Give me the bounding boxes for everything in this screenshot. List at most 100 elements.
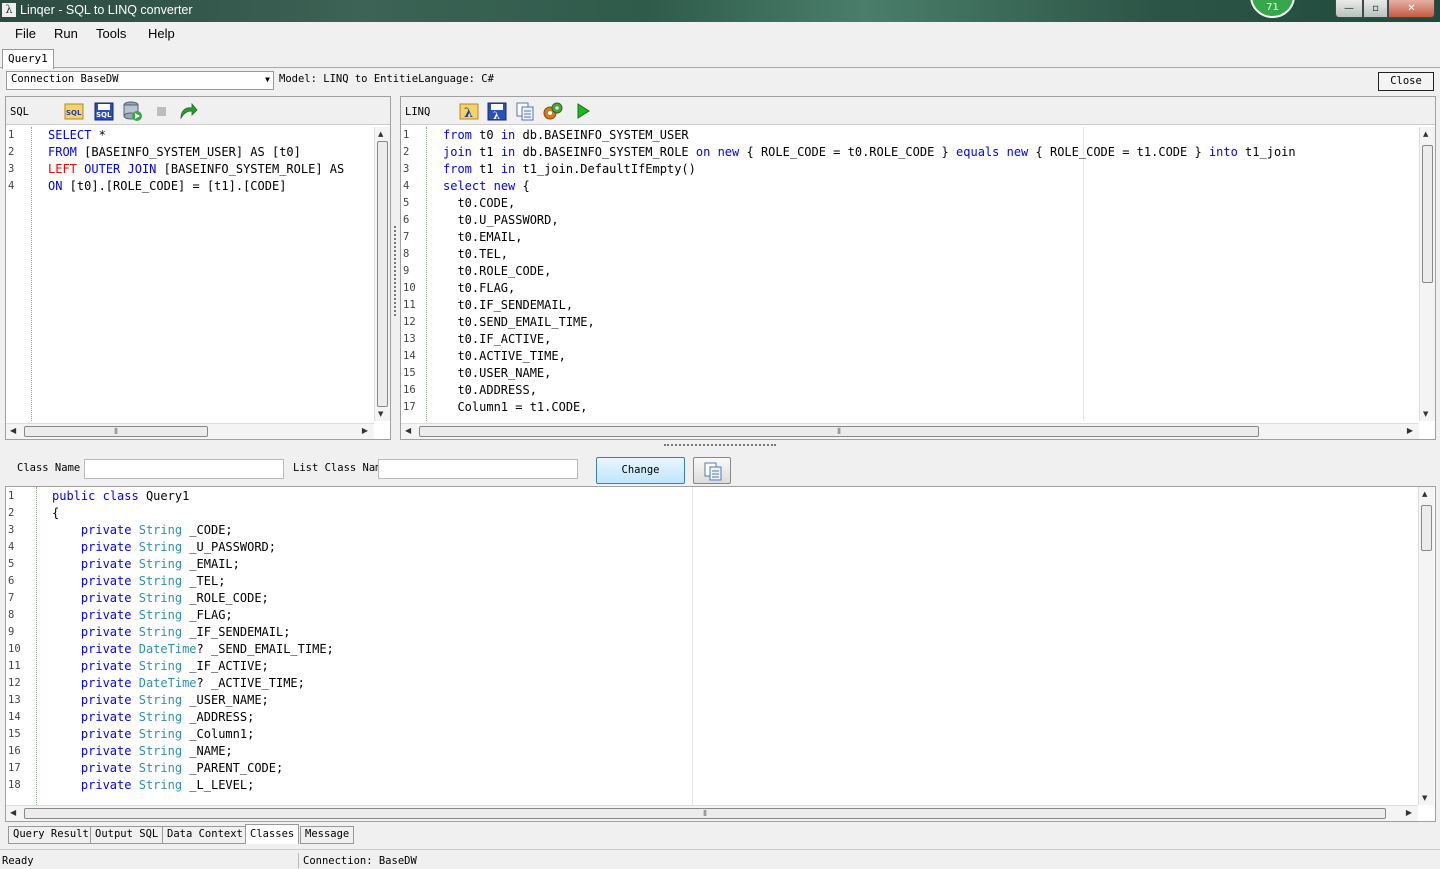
code-token: t0.IF_ACTIVE,: [443, 332, 552, 346]
code-token: _FLAG;: [182, 608, 233, 622]
code-token-kw: into: [1208, 145, 1238, 159]
settings-gear-icon[interactable]: [543, 101, 563, 121]
close-query-button[interactable]: Close: [1378, 72, 1434, 91]
code-token-kw: in: [500, 145, 516, 159]
menu-file[interactable]: File: [15, 26, 36, 41]
window-close-button[interactable]: ✕: [1388, 0, 1435, 18]
sql-open-icon[interactable]: SQL: [64, 101, 84, 121]
scroll-up-arrow-icon[interactable]: ▲: [1423, 130, 1428, 138]
tab-classes[interactable]: Classes: [245, 824, 300, 844]
code-token: ? _SEND_EMAIL_TIME;: [196, 642, 334, 656]
scroll-down-arrow-icon[interactable]: ▼: [1422, 794, 1427, 802]
code-token-typ: String: [138, 727, 183, 741]
code-line: from t1 in t1_join.DefaultIfEmpty(): [443, 161, 1296, 178]
connection-select[interactable]: Connection BaseDW ▼: [6, 71, 274, 90]
code-token: ? _ACTIVE_TIME;: [196, 676, 305, 690]
scroll-left-arrow-icon[interactable]: ◀: [10, 808, 16, 817]
line-number: 3: [8, 524, 15, 536]
scroll-down-arrow-icon[interactable]: ▼: [1423, 410, 1428, 418]
code-token: t0.USER_NAME,: [443, 366, 552, 380]
linq-horizontal-scrollbar[interactable]: ◀ ⦀ ▶: [401, 423, 1419, 439]
line-number: 11: [403, 299, 416, 311]
line-number: 11: [8, 660, 21, 672]
scroll-thumb[interactable]: [377, 141, 388, 407]
redo-arrow-icon[interactable]: [178, 101, 198, 121]
scroll-thumb[interactable]: ⦀: [24, 426, 208, 437]
code-token-kw: private: [80, 540, 132, 554]
copy-icon[interactable]: [515, 101, 535, 121]
tab-message[interactable]: Message: [300, 826, 355, 844]
maximize-button[interactable]: ▫: [1363, 0, 1388, 18]
code-token-kw: private: [80, 625, 132, 639]
code-token-kw: join: [443, 145, 472, 159]
code-line: t0.EMAIL,: [443, 229, 1296, 246]
code-token-typ: DateTime: [138, 676, 197, 690]
minimize-button[interactable]: —: [1335, 0, 1363, 18]
code-token-kw: new: [1006, 145, 1029, 159]
line-number: 8: [8, 609, 15, 621]
line-number: 13: [8, 694, 21, 706]
scroll-left-arrow-icon[interactable]: ◀: [10, 426, 16, 435]
scroll-up-arrow-icon[interactable]: ▲: [1422, 490, 1427, 498]
classes-editor[interactable]: 1 2 3 4 5 6 7 8 9 10 11 12 13 14 15 16 17 18 public class…: [6, 487, 1418, 805]
classes-vertical-scrollbar[interactable]: ▲ ▼: [1418, 487, 1434, 805]
menu-run[interactable]: Run: [54, 26, 78, 41]
floating-badge[interactable]: 71: [1250, 0, 1295, 18]
tab-query-result[interactable]: Query Result: [8, 826, 94, 844]
code-line: select new {: [443, 178, 1296, 195]
linq-editor[interactable]: 1 2 3 4 5 6 7 8 9 10 11 12 13 14 15 16 17 from t0 in db.…: [401, 127, 1419, 421]
scroll-right-arrow-icon[interactable]: ▶: [1407, 426, 1413, 435]
scroll-up-arrow-icon[interactable]: ▲: [378, 130, 383, 138]
scroll-down-arrow-icon[interactable]: ▼: [378, 410, 383, 418]
code-line: {: [52, 505, 334, 522]
menu-help[interactable]: Help: [148, 26, 175, 41]
code-token: _Column1;: [182, 727, 255, 741]
vertical-splitter[interactable]: [392, 96, 399, 440]
scroll-thumb[interactable]: [1421, 505, 1432, 551]
database-run-icon[interactable]: [122, 101, 142, 121]
linq-code: from t0 in db.BASEINFO_SYSTEM_USER join t…: [443, 127, 1296, 416]
code-token-typ: String: [138, 625, 183, 639]
line-number: 5: [8, 558, 15, 570]
linq-vertical-scrollbar[interactable]: ▲ ▼: [1419, 127, 1435, 421]
scroll-right-arrow-icon[interactable]: ▶: [1406, 808, 1412, 817]
code-token-typ: String: [138, 761, 183, 775]
tab-query1[interactable]: Query1: [2, 49, 54, 69]
line-number: 15: [403, 367, 416, 379]
code-token: _TEL;: [182, 574, 226, 588]
scroll-thumb[interactable]: ⦀: [419, 426, 1259, 437]
scroll-thumb[interactable]: ⦀: [24, 808, 1386, 819]
sql-editor[interactable]: 1234 SELECT * FROM [BASEINFO_SYSTEM_USER]…: [6, 127, 374, 421]
linq-line-numbers: 1 2 3 4 5 6 7 8 9 10 11 12 13 14 15 16 17: [401, 127, 425, 421]
sql-horizontal-scrollbar[interactable]: ◀ ⦀ ▶: [6, 423, 374, 439]
sql-vertical-scrollbar[interactable]: ▲ ▼: [374, 127, 390, 421]
code-token: _ROLE_CODE;: [182, 591, 269, 605]
code-token-kw: ON: [48, 179, 63, 193]
menu-tools[interactable]: Tools: [96, 26, 126, 41]
run-play-icon[interactable]: [573, 101, 593, 121]
horizontal-splitter[interactable]: [0, 441, 1440, 450]
scroll-thumb[interactable]: [1422, 145, 1433, 283]
chevron-down-icon[interactable]: ▼: [265, 75, 270, 84]
copy-class-button[interactable]: [693, 457, 731, 484]
scroll-left-arrow-icon[interactable]: ◀: [405, 426, 411, 435]
lambda-save-icon[interactable]: λ: [487, 101, 507, 121]
sql-save-icon[interactable]: SQL: [94, 101, 114, 121]
scroll-right-arrow-icon[interactable]: ▶: [362, 426, 368, 435]
lambda-open-icon[interactable]: λ: [459, 101, 479, 121]
stop-icon[interactable]: [152, 101, 172, 121]
tab-data-context[interactable]: Data Context: [162, 826, 248, 844]
classes-horizontal-scrollbar[interactable]: ◀ ⦀ ▶: [6, 805, 1418, 821]
class-name-label: Class Name: [17, 462, 81, 474]
line-number: 6: [403, 214, 410, 226]
class-name-input[interactable]: [84, 459, 284, 479]
list-class-name-input[interactable]: [378, 459, 578, 479]
tab-output-sql[interactable]: Output SQL: [90, 826, 164, 844]
change-button[interactable]: Change: [596, 457, 685, 484]
